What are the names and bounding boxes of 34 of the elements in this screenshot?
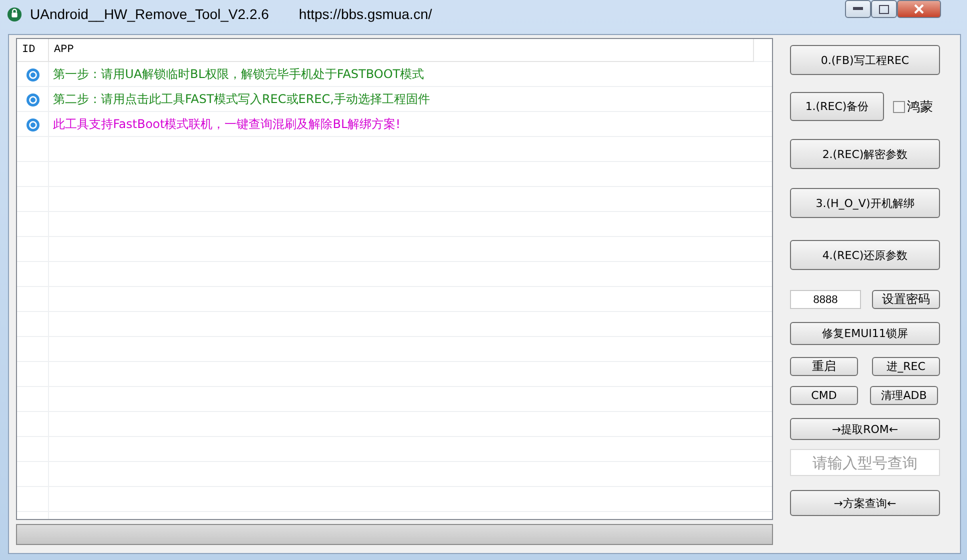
- write-rec-button[interactable]: 0.(FB)写工程REC: [790, 45, 940, 75]
- checkbox-label: 鸿蒙: [907, 98, 933, 116]
- status-dot-icon: [26, 68, 40, 82]
- status-dot-icon: [26, 118, 40, 132]
- model-search-field[interactable]: 请输入型号查询: [790, 449, 940, 476]
- scheme-query-button[interactable]: →方案查询←: [790, 490, 940, 516]
- close-button[interactable]: [897, 0, 941, 18]
- log-message: 第二步：请用点击此工具FAST模式写入REC或EREC,手动选择工程固件: [52, 91, 430, 108]
- set-password-button[interactable]: 设置密码: [872, 290, 940, 309]
- fix-lock-button[interactable]: 修复EMUI11锁屏: [790, 322, 940, 345]
- harmony-checkbox[interactable]: [893, 100, 905, 112]
- maximize-button[interactable]: [871, 0, 897, 18]
- enter-rec-button[interactable]: 进_REC: [872, 357, 940, 376]
- unbind-button[interactable]: 3.(H_O_V)开机解绑: [790, 188, 940, 218]
- minimize-icon: [853, 7, 863, 11]
- column-header[interactable]: ID: [17, 39, 49, 61]
- window-url: https://bbs.gsmua.cn/: [298, 6, 432, 22]
- password-field[interactable]: 8888: [790, 290, 861, 309]
- restore-button[interactable]: 4.(REC)还原参数: [790, 240, 940, 270]
- maximize-icon: [879, 4, 889, 14]
- app-icon: [7, 6, 22, 22]
- backup-button[interactable]: 1.(REC)备份: [790, 92, 884, 121]
- extract-rom-button[interactable]: →提取ROM←: [790, 418, 940, 440]
- reboot-button[interactable]: 重启: [790, 357, 858, 376]
- close-icon: [914, 4, 924, 14]
- cmd-button[interactable]: CMD: [790, 386, 858, 405]
- clean-adb-button[interactable]: 清理ADB: [870, 386, 938, 405]
- column-header[interactable]: APP: [49, 39, 754, 61]
- status-dot-icon: [26, 92, 40, 106]
- log-message: 第一步：请用UA解锁临时BL权限，解锁完毕手机处于FASTBOOT模式: [52, 66, 424, 83]
- window-title: UAndroid__HW_Remove_Tool_V2.2.6: [30, 6, 269, 22]
- log-message: 此工具支持FastBoot模式联机，一键查询混刷及解除BL解绑方案!: [52, 116, 400, 133]
- minimize-button[interactable]: [845, 0, 871, 18]
- decrypt-button[interactable]: 2.(REC)解密参数: [790, 139, 940, 169]
